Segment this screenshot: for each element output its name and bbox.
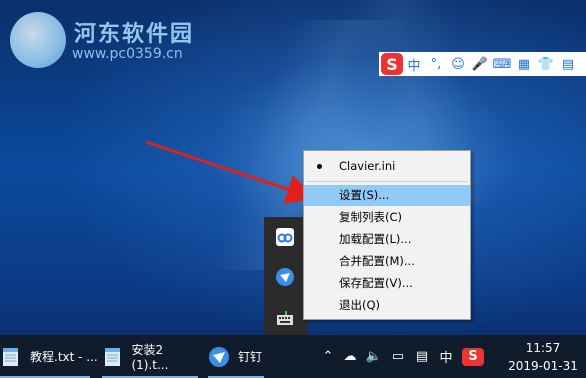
menu-item-merge-config[interactable]: 合并配置(M)... (304, 251, 470, 272)
menu-header-clavier[interactable]: Clavier.ini (304, 156, 470, 177)
volume-muted-icon[interactable]: 🔈 (362, 349, 386, 364)
tray-overflow-flyout (264, 217, 308, 335)
chinese-mode-icon[interactable]: 中 (403, 55, 425, 74)
ime-toolbar[interactable]: S 中 °, ☺ 🎤 ⌨ ▦ 👕 ▤ (379, 52, 586, 76)
action-center-icon[interactable]: ▤ (410, 349, 434, 364)
tray-expand-chevron-icon[interactable]: ⌃ (318, 349, 338, 364)
clock-date: 2019-01-31 (508, 359, 578, 373)
notepad-icon (3, 347, 18, 366)
ime-mode-indicator[interactable]: 中 (434, 347, 458, 366)
keyboard-icon[interactable]: ⌨ (491, 57, 513, 72)
watermark-title: 河东软件园 (74, 21, 195, 47)
site-watermark: 河东软件园 www.pc0359.cn (10, 12, 230, 72)
punctuation-icon[interactable]: °, (425, 57, 447, 72)
dingtalk-tray-icon[interactable] (276, 268, 294, 286)
dingtalk-icon (209, 346, 229, 367)
microphone-icon[interactable]: 🎤 (469, 57, 491, 72)
clock-time: 11:57 (525, 341, 561, 355)
system-tray: ⌃ ☁ 🔈 ▭ ▤ 中 S (318, 335, 484, 378)
menu-item-settings[interactable]: 设置(S)... (304, 185, 470, 206)
sogou-logo-icon[interactable]: S (381, 53, 403, 75)
menu-item-load-config[interactable]: 加载配置(L)... (304, 229, 470, 250)
notepad-icon (105, 347, 120, 366)
watermark-url: www.pc0359.cn (72, 46, 183, 62)
grid-menu-icon[interactable]: ▤ (557, 57, 579, 72)
sogou-tray-icon[interactable]: S (462, 347, 484, 366)
system-clock[interactable]: 11:57 2019-01-31 (500, 339, 586, 375)
clavier-keyboard-icon[interactable] (276, 310, 294, 328)
skin-icon[interactable]: 👕 (535, 57, 557, 72)
menu-separator (306, 181, 468, 182)
menu-item-exit[interactable]: 退出(Q) (304, 295, 470, 316)
cloud-icon[interactable]: ☁ (338, 349, 362, 364)
emoji-icon[interactable]: ☺ (447, 57, 469, 72)
taskbar: 教程.txt - ... 安装2 (1).t... 钉钉 ⌃ ☁ 🔈 ▭ ▤ 中… (0, 335, 586, 378)
taskbar-item-install[interactable]: 安装2 (1).t... (102, 335, 202, 378)
network-icon[interactable]: ▭ (386, 349, 410, 364)
toolbox-icon[interactable]: ▦ (513, 57, 535, 72)
bullet-icon (317, 164, 322, 169)
watermark-logo-icon (10, 12, 66, 68)
menu-item-copy-list[interactable]: 复制列表(C) (304, 207, 470, 228)
taskbar-item-tutorial[interactable]: 教程.txt - ... (0, 335, 98, 378)
taskbar-item-dingtalk[interactable]: 钉钉 (208, 335, 268, 378)
menu-item-save-config[interactable]: 保存配置(V)... (304, 273, 470, 294)
baidu-netdisk-icon[interactable] (276, 228, 294, 246)
context-menu: Clavier.ini 设置(S)... 复制列表(C) 加载配置(L)... … (303, 150, 471, 320)
